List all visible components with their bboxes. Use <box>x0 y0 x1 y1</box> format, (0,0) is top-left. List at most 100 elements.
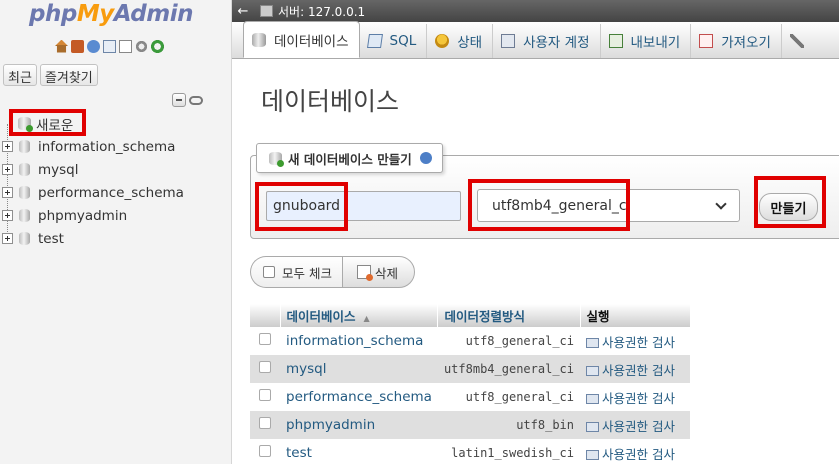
database-icon <box>252 32 266 47</box>
privileges-icon <box>586 337 599 348</box>
collation-value: utf8mb4_general_ci <box>437 355 580 383</box>
row-checkbox[interactable] <box>259 361 271 373</box>
database-link[interactable]: mysql <box>280 355 438 383</box>
collation-value: utf8_general_ci <box>437 327 580 355</box>
row-checkbox[interactable] <box>259 445 271 457</box>
import-icon <box>699 34 714 48</box>
delete-button[interactable]: 삭제 <box>341 256 415 288</box>
row-checkbox-cell <box>250 411 280 439</box>
delete-icon <box>356 265 373 281</box>
databases-table: 데이터베이스 ▲ 데이터정렬방식 실행 information_schema ut… <box>250 304 691 464</box>
table-row: mysql utf8mb4_general_ci 사용권한 검사 <box>250 355 690 383</box>
check-privileges-link[interactable]: 사용권한 검사 <box>580 355 690 383</box>
tree-item-label[interactable]: mysql <box>38 162 79 178</box>
header-collation[interactable]: 데이터정렬방식 <box>437 304 581 327</box>
logo-admin: Admin <box>113 1 194 27</box>
tab-status[interactable]: 상태 <box>427 24 494 58</box>
create-button[interactable]: 만들기 <box>759 193 818 221</box>
database-link[interactable]: performance_schema <box>280 383 438 411</box>
help-icon[interactable] <box>419 152 432 164</box>
check-privileges-label: 사용권한 검사 <box>602 390 675 406</box>
row-checkbox[interactable] <box>259 333 271 345</box>
favorites-button[interactable]: 즐겨찾기 <box>39 64 98 86</box>
wrench-icon <box>789 34 804 48</box>
collation-select[interactable]: utf8mb4_general_ci <box>477 189 740 222</box>
server-breadcrumb-bar: ← 서버: 127.0.0.1 <box>232 0 839 22</box>
sql-icon <box>366 34 383 48</box>
exit-icon[interactable] <box>71 39 84 53</box>
row-checkbox-cell <box>250 327 280 355</box>
reload-icon[interactable] <box>151 39 164 53</box>
database-link[interactable]: information_schema <box>280 327 438 355</box>
header-database-label: 데이터베이스 <box>286 309 356 324</box>
expand-icon[interactable] <box>2 210 13 221</box>
tree-item-phpmyadmin[interactable]: phpmyadmin <box>0 204 230 227</box>
check-privileges-link[interactable]: 사용권한 검사 <box>580 439 690 464</box>
logo-my: My <box>76 1 114 27</box>
settings-icon[interactable] <box>135 39 148 53</box>
tree-item-label[interactable]: performance_schema <box>38 185 184 201</box>
expand-icon[interactable] <box>2 233 13 244</box>
check-privileges-link[interactable]: 사용권한 검사 <box>580 411 690 439</box>
delete-label: 삭제 <box>374 265 398 281</box>
home-icon[interactable] <box>55 39 68 53</box>
privileges-icon <box>586 393 599 404</box>
table-row: performance_schema utf8_general_ci 사용권한 … <box>250 383 690 411</box>
logo-php: php <box>29 1 77 27</box>
tab-more[interactable] <box>782 24 822 58</box>
expand-icon[interactable] <box>2 187 13 198</box>
tree-item-label[interactable]: information_schema <box>38 139 175 155</box>
tree-item-label[interactable]: test <box>38 231 64 247</box>
new-database-icon <box>18 117 33 132</box>
header-database[interactable]: 데이터베이스 ▲ <box>280 304 439 327</box>
navigation-panel: phpMyAdmin 최근 즐겨찾기 새로운 information_schem… <box>0 0 232 464</box>
tab-label: 내보내기 <box>630 35 681 51</box>
tree-item-information-schema[interactable]: information_schema <box>0 135 230 158</box>
main-tabs: 데이터베이스 SQL 상태 사용자 계정 내보내기 가져오기 <box>232 21 839 59</box>
expand-icon[interactable] <box>2 141 13 152</box>
server-breadcrumb[interactable]: 서버: 127.0.0.1 <box>278 3 365 20</box>
check-privileges-link[interactable]: 사용권한 검사 <box>580 383 690 411</box>
privileges-icon <box>586 449 599 460</box>
nav-buttons: 최근 즐겨찾기 <box>3 64 98 86</box>
collapse-all-icon[interactable] <box>172 93 186 107</box>
tree-item-new[interactable]: 새로운 <box>0 112 230 135</box>
link-with-main-icon[interactable] <box>189 96 203 105</box>
tab-databases[interactable]: 데이터베이스 <box>243 21 360 58</box>
create-database-legend-label: 새 데이터베이스 만들기 <box>288 151 412 167</box>
page-icon[interactable] <box>119 39 132 53</box>
phpmyadmin-logo[interactable]: phpMyAdmin <box>29 1 193 27</box>
table-row: information_schema utf8_general_ci 사용권한 … <box>250 327 690 355</box>
check-privileges-label: 사용권한 검사 <box>602 334 675 350</box>
check-privileges-label: 사용권한 검사 <box>602 418 675 434</box>
database-link[interactable]: phpmyadmin <box>280 411 438 439</box>
row-checkbox[interactable] <box>259 417 271 429</box>
tab-sql[interactable]: SQL <box>360 24 428 58</box>
tab-label: 사용자 계정 <box>523 35 590 51</box>
row-checkbox-cell <box>250 355 280 383</box>
tab-export[interactable]: 내보내기 <box>601 24 692 58</box>
check-all-toggle[interactable]: 모두 체크 <box>250 256 342 288</box>
tree-item-label[interactable]: phpmyadmin <box>38 208 127 224</box>
documentation-icon[interactable] <box>103 39 116 53</box>
tab-import[interactable]: 가져오기 <box>691 24 782 58</box>
recent-button[interactable]: 최근 <box>3 64 37 86</box>
row-checkbox[interactable] <box>259 389 271 401</box>
tab-label: SQL <box>389 33 417 49</box>
check-privileges-link[interactable]: 사용권한 검사 <box>580 327 690 355</box>
check-all-checkbox[interactable] <box>263 266 275 278</box>
tree-item-new-label[interactable]: 새로운 <box>36 114 73 134</box>
tab-label: 가져오기 <box>721 35 771 51</box>
tree-item-mysql[interactable]: mysql <box>0 158 230 181</box>
database-name-input[interactable] <box>266 191 461 221</box>
tab-user-accounts[interactable]: 사용자 계정 <box>493 24 601 58</box>
expand-icon[interactable] <box>2 164 13 175</box>
tree-item-performance-schema[interactable]: performance_schema <box>0 181 230 204</box>
tree-item-test[interactable]: test <box>0 227 230 250</box>
back-arrow-icon[interactable]: ← <box>232 4 254 19</box>
table-row: test latin1_swedish_ci 사용권한 검사 <box>250 439 690 464</box>
database-link[interactable]: test <box>280 439 438 464</box>
database-icon <box>19 209 30 222</box>
database-icon <box>19 140 30 153</box>
help-icon[interactable] <box>87 39 100 53</box>
